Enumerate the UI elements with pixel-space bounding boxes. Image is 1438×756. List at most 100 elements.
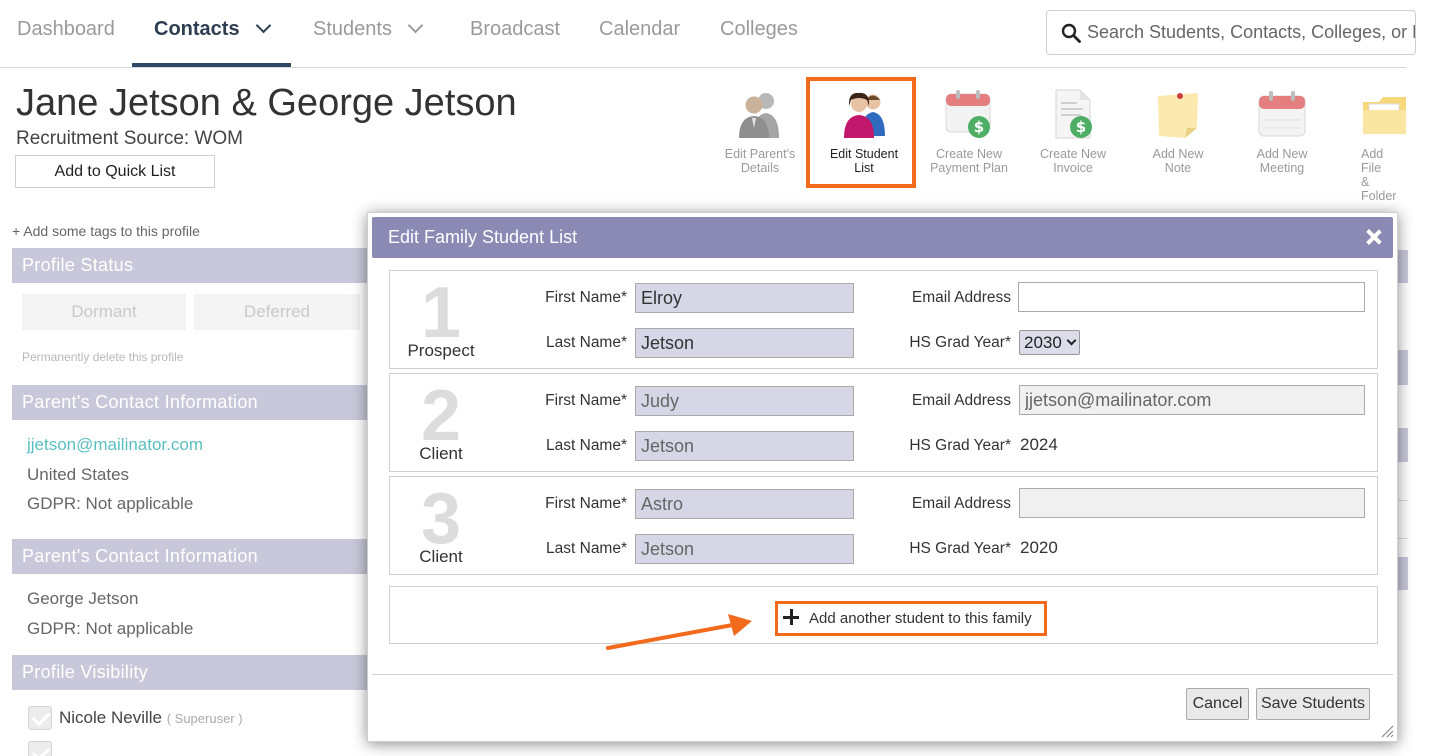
nav-colleges-label: Colleges: [720, 18, 798, 40]
last-name-input[interactable]: [635, 431, 854, 461]
modal-header: Edit Family Student List: [372, 217, 1393, 258]
meeting-icon: [1258, 91, 1306, 137]
add-file-folder-line2: & Folder: [1361, 175, 1397, 203]
edit-parents-details-line1: Edit Parent's: [724, 147, 796, 161]
modal-title: Edit Family Student List: [388, 227, 578, 247]
email-input[interactable]: [1019, 385, 1365, 415]
add-note-line1: Add New: [1152, 147, 1204, 161]
email-label: Email Address: [911, 289, 1011, 306]
visibility-checkbox[interactable]: [28, 741, 52, 756]
delete-profile-link[interactable]: Permanently delete this profile: [22, 350, 183, 364]
email-input[interactable]: [1019, 488, 1365, 518]
svg-text:$: $: [974, 118, 984, 136]
grad-year-label: HS Grad Year*: [909, 437, 1011, 454]
email-input[interactable]: [1018, 282, 1365, 312]
create-invoice-button[interactable]: $ Create New Invoice: [1027, 88, 1119, 175]
nav-contacts[interactable]: Contacts: [154, 0, 271, 68]
email-label: Email Address: [911, 495, 1011, 512]
add-meeting-line1: Add New: [1256, 147, 1308, 161]
add-to-quick-list-button[interactable]: Add to Quick List: [15, 155, 215, 188]
parent-contact-header: Parent's Contact Information: [12, 539, 367, 574]
add-student-row: Add another student to this family: [389, 586, 1378, 644]
chevron-down-icon[interactable]: [407, 17, 424, 34]
background-panel-header: [1398, 350, 1408, 385]
top-nav: Dashboard Contacts Students Broadcast Ca…: [0, 0, 1416, 68]
grad-year-label: HS Grad Year*: [909, 540, 1011, 557]
visibility-user: Nicole Neville ( Superuser ): [59, 708, 243, 728]
search-icon: [1061, 23, 1081, 43]
invoice-icon: $: [1055, 89, 1092, 139]
deferred-button[interactable]: Deferred: [194, 294, 360, 330]
nav-calendar-label: Calendar: [599, 18, 681, 40]
add-file-folder-button[interactable]: Add File & Folder: [1340, 88, 1406, 203]
create-payment-plan-button[interactable]: $ Create New Payment Plan: [923, 88, 1015, 175]
nav-contacts-label: Contacts: [154, 18, 240, 40]
student-card: 1 Prospect First Name* Last Name* Email …: [389, 270, 1378, 369]
add-student-label: Add another student to this family: [809, 610, 1032, 627]
folder-icon: [1363, 97, 1406, 134]
add-meeting-button[interactable]: Add New Meeting: [1236, 88, 1328, 175]
edit-student-list-highlight: [806, 77, 916, 188]
search-box[interactable]: [1046, 10, 1416, 55]
svg-text:$: $: [1076, 118, 1086, 136]
add-note-button[interactable]: Add New Note: [1132, 88, 1224, 175]
background-divider: [1398, 500, 1408, 501]
nav-broadcast[interactable]: Broadcast: [470, 0, 560, 68]
last-name-label: Last Name*: [546, 334, 627, 351]
add-note-line2: Note: [1164, 161, 1192, 175]
add-student-button[interactable]: Add another student to this family: [775, 601, 1047, 636]
grad-year-value: 2020: [1020, 538, 1058, 557]
visibility-user-name: Nicole Neville: [59, 708, 162, 727]
grad-year-value: 2024: [1020, 435, 1058, 454]
save-students-button[interactable]: Save Students: [1256, 688, 1370, 720]
first-name-label: First Name*: [545, 495, 627, 512]
create-payment-plan-line2: Payment Plan: [930, 161, 1008, 175]
grad-year-label: HS Grad Year*: [909, 334, 1011, 351]
parent-gdpr: GDPR: Not applicable: [27, 619, 194, 638]
chevron-down-icon[interactable]: [255, 17, 271, 34]
cancel-button[interactable]: Cancel: [1186, 688, 1249, 720]
resize-grip-icon[interactable]: [1380, 724, 1394, 738]
student-status: Client: [419, 547, 463, 566]
last-name-input[interactable]: [635, 534, 854, 564]
first-name-input[interactable]: [635, 283, 854, 313]
nav-students-label: Students: [313, 18, 392, 40]
dormant-button[interactable]: Dormant: [22, 294, 186, 330]
nav-calendar[interactable]: Calendar: [599, 0, 680, 68]
nav-dashboard[interactable]: Dashboard: [17, 0, 115, 68]
first-name-label: First Name*: [545, 289, 627, 306]
parent-contact-header: Parent's Contact Information: [12, 385, 367, 420]
page-title: Jane Jetson & George Jetson: [16, 82, 517, 124]
modal-footer-divider: [372, 674, 1393, 675]
grad-year-select[interactable]: 2030: [1019, 330, 1080, 355]
search-input[interactable]: [1087, 11, 1415, 54]
last-name-input[interactable]: [635, 328, 854, 358]
nav-broadcast-label: Broadcast: [470, 18, 561, 40]
background-divider: [1398, 538, 1408, 539]
plus-icon: [783, 609, 799, 625]
last-name-label: Last Name*: [546, 437, 627, 454]
visibility-checkbox[interactable]: [28, 706, 52, 730]
nav-active-indicator: [132, 63, 291, 67]
close-icon[interactable]: [1365, 228, 1383, 246]
background-panel-header: [1398, 428, 1408, 462]
nav-students[interactable]: Students: [313, 0, 424, 68]
create-payment-plan-line1: Create New: [936, 147, 1002, 161]
first-name-input[interactable]: [635, 489, 854, 519]
add-file-folder-line1: Add File: [1361, 147, 1384, 175]
student-card: 2 Client First Name* Last Name* Email Ad…: [389, 373, 1378, 472]
edit-parents-details-button[interactable]: Edit Parent's Details: [714, 88, 806, 175]
grad-year-selected: 2030: [1024, 333, 1062, 352]
student-card: 3 Client First Name* Last Name* Email Ad…: [389, 476, 1378, 575]
profile-status-header: Profile Status: [12, 248, 367, 283]
page: Dashboard Contacts Students Broadcast Ca…: [0, 0, 1438, 756]
parent-gdpr: GDPR: Not applicable: [27, 494, 194, 513]
parent-name: George Jetson: [27, 589, 139, 608]
nav-dashboard-label: Dashboard: [17, 18, 115, 40]
add-tags-link[interactable]: + Add some tags to this profile: [12, 223, 200, 239]
first-name-input[interactable]: [635, 386, 854, 416]
parent-email-link[interactable]: jjetson@mailinator.com: [27, 435, 203, 455]
nav-colleges[interactable]: Colleges: [720, 0, 798, 68]
create-invoice-line1: Create New: [1040, 147, 1106, 161]
annotation-arrow-icon: [606, 614, 752, 650]
